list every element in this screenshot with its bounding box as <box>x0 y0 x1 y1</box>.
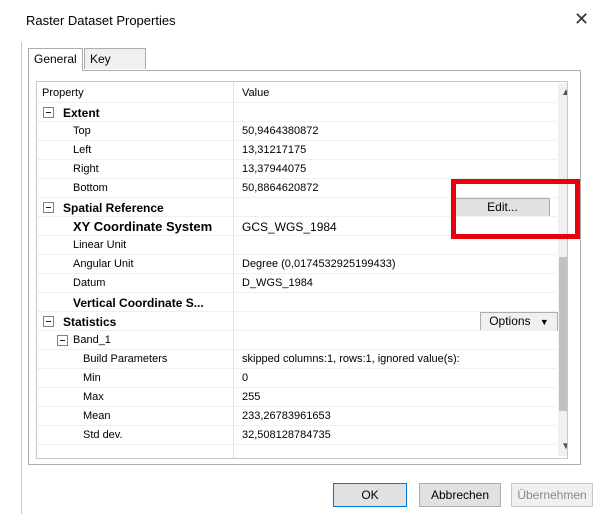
left-value: 13,31217175 <box>242 144 307 156</box>
row-vertical-coordinate-system[interactable]: Vertical Coordinate S... <box>37 292 557 312</box>
xy-coordinate-system-label: XY Coordinate System <box>73 219 213 234</box>
bottom-label: Bottom <box>73 182 108 194</box>
right-label: Right <box>73 163 99 175</box>
bottom-value: 50,8864620872 <box>242 182 319 194</box>
property-grid: Property Value Extent Top 50,9464380872 … <box>36 81 568 459</box>
property-column-header: Property <box>42 87 84 99</box>
left-label: Left <box>73 144 92 156</box>
row-angular-unit[interactable]: Angular Unit Degree (0,0174532925199433) <box>37 254 557 274</box>
row-left[interactable]: Left 13,31217175 <box>37 140 557 160</box>
max-value: 255 <box>242 391 261 403</box>
min-value: 0 <box>242 372 249 384</box>
angular-unit-value: Degree (0,0174532925199433) <box>242 258 396 270</box>
std-dev-value: 32,508128784735 <box>242 429 331 441</box>
raster-dataset-properties-dialog: Raster Dataset Properties ✕ General Key … <box>0 0 602 514</box>
collapse-spatial-reference-icon[interactable] <box>43 202 54 213</box>
tab-key-metadata[interactable]: Key Metadata <box>84 48 147 86</box>
datum-label: Datum <box>73 277 106 289</box>
row-std-dev[interactable]: Std dev. 32,508128784735 <box>37 425 557 445</box>
row-mean[interactable]: Mean 233,26783961653 <box>37 406 557 426</box>
collapse-extent-icon[interactable] <box>43 107 54 118</box>
close-icon[interactable]: ✕ <box>574 9 589 30</box>
ok-button[interactable]: OK <box>333 483 407 507</box>
row-statistics[interactable]: Statistics Options ▼ <box>37 311 558 331</box>
row-build-parameters[interactable]: Build Parameters skipped columns:1, rows… <box>37 349 557 369</box>
row-min[interactable]: Min 0 <box>37 368 557 388</box>
window-title: Raster Dataset Properties <box>26 13 176 28</box>
max-label: Max <box>83 391 104 403</box>
grid-header: Property Value <box>37 82 557 102</box>
vertical-coordinate-system-label: Vertical Coordinate S... <box>73 296 204 310</box>
angular-unit-label: Angular Unit <box>73 258 134 270</box>
window-border <box>21 42 22 514</box>
top-value: 50,9464380872 <box>242 125 319 137</box>
dropdown-arrow-icon: ▼ <box>539 317 549 327</box>
row-datum[interactable]: Datum D_WGS_1984 <box>37 273 557 293</box>
datum-value: D_WGS_1984 <box>242 277 313 289</box>
value-column-header: Value <box>242 87 270 99</box>
title-bar: Raster Dataset Properties ✕ <box>0 0 602 42</box>
tab-general[interactable]: General <box>28 48 83 71</box>
mean-label: Mean <box>83 410 111 422</box>
xy-coordinate-system-value: GCS_WGS_1984 <box>242 220 337 234</box>
build-parameters-label: Build Parameters <box>83 353 168 365</box>
linear-unit-label: Linear Unit <box>73 239 127 251</box>
top-label: Top <box>73 125 91 137</box>
row-partial <box>37 444 557 458</box>
band-1-label: Band_1 <box>73 334 111 346</box>
apply-button[interactable]: Übernehmen <box>511 483 593 507</box>
min-label: Min <box>83 372 101 384</box>
scrollbar-thumb[interactable] <box>559 257 567 411</box>
options-dropdown[interactable]: Options ▼ <box>480 312 558 331</box>
red-highlight-box <box>451 179 580 239</box>
row-band-1[interactable]: Band_1 <box>37 330 557 350</box>
spatial-reference-label: Spatial Reference <box>63 201 164 215</box>
row-top[interactable]: Top 50,9464380872 <box>37 121 557 141</box>
row-extent[interactable]: Extent <box>37 102 557 122</box>
collapse-band-1-icon[interactable] <box>57 335 68 346</box>
extent-label: Extent <box>63 106 100 120</box>
collapse-statistics-icon[interactable] <box>43 316 54 327</box>
cancel-button[interactable]: Abbrechen <box>419 483 501 507</box>
row-right[interactable]: Right 13,37944075 <box>37 159 557 179</box>
std-dev-label: Std dev. <box>83 429 123 441</box>
scroll-up-arrow-icon[interactable]: ▲ <box>561 87 567 98</box>
scroll-down-arrow-icon[interactable]: ▼ <box>561 441 567 452</box>
build-parameters-value: skipped columns:1, rows:1, ignored value… <box>242 353 460 365</box>
options-label: Options <box>489 314 531 328</box>
general-tab-panel: Property Value Extent Top 50,9464380872 … <box>28 70 581 465</box>
row-max[interactable]: Max 255 <box>37 387 557 407</box>
mean-value: 233,26783961653 <box>242 410 331 422</box>
right-value: 13,37944075 <box>242 163 307 175</box>
vertical-scrollbar[interactable]: ▲ ▼ <box>558 83 567 456</box>
statistics-label: Statistics <box>63 315 117 329</box>
